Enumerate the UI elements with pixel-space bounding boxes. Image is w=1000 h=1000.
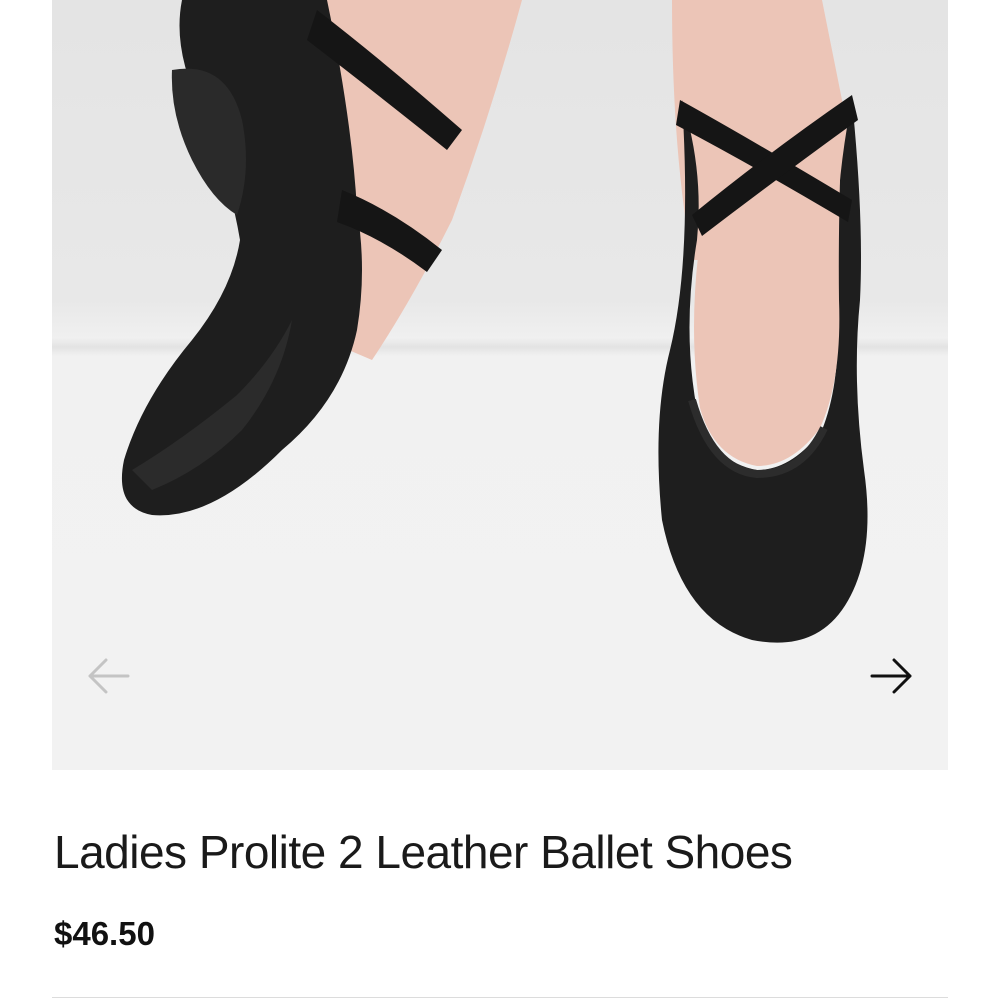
divider: [52, 997, 948, 998]
product-image-gallery[interactable]: [52, 0, 948, 770]
product-photo: [121, 0, 868, 643]
arrow-right-icon: [870, 658, 912, 694]
left-shoe: [121, 0, 363, 516]
product-page: Ladies Prolite 2 Leather Ballet Shoes $4…: [0, 0, 1000, 1000]
product-title: Ladies Prolite 2 Leather Ballet Shoes: [54, 826, 793, 878]
previous-image-button[interactable]: [80, 648, 136, 704]
next-image-button[interactable]: [864, 648, 920, 704]
arrow-left-icon: [88, 658, 130, 694]
product-price: $46.50: [54, 915, 155, 952]
